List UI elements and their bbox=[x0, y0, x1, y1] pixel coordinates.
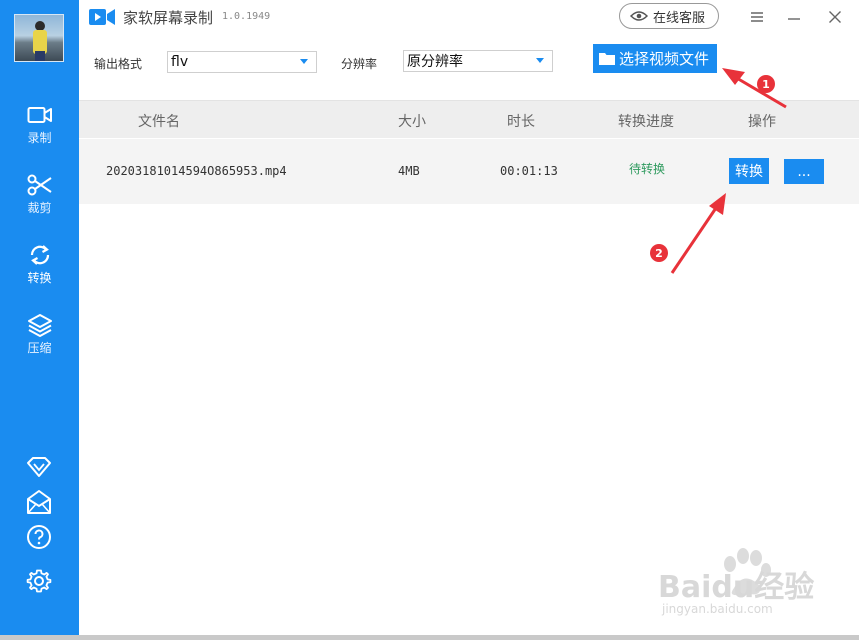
app-title: 家软屏幕录制 bbox=[123, 9, 214, 27]
file-size: 4MB bbox=[398, 164, 420, 178]
close-icon[interactable] bbox=[822, 5, 848, 29]
help-icon[interactable] bbox=[24, 522, 54, 552]
app-version: 1.0.1949 bbox=[222, 11, 271, 22]
sidebar-item-label: 压缩 bbox=[27, 341, 52, 355]
chevron-down-icon bbox=[300, 59, 308, 64]
header-actions: 操作 bbox=[748, 114, 776, 130]
sidebar-item-label: 录制 bbox=[27, 131, 52, 145]
mail-icon[interactable] bbox=[24, 487, 54, 517]
convert-button[interactable]: 转换 bbox=[729, 158, 769, 184]
diamond-icon[interactable] bbox=[24, 452, 54, 482]
sidebar-item-crop[interactable]: 裁剪 bbox=[0, 166, 79, 222]
table-header: 文件名 大小 时长 转换进度 操作 bbox=[79, 100, 859, 138]
sidebar-item-convert[interactable]: 转换 bbox=[0, 236, 79, 292]
sidebar-item-compress[interactable]: 压缩 bbox=[0, 306, 79, 362]
online-support-button[interactable]: 在线客服 bbox=[619, 3, 719, 29]
table-row: 20203181014594O865953.mp4 4MB 00:01:13 待… bbox=[79, 139, 859, 204]
minimize-icon[interactable] bbox=[781, 5, 807, 29]
resolution-select[interactable]: 原分辨率 bbox=[403, 50, 553, 72]
format-select[interactable]: flv bbox=[167, 51, 317, 73]
title-bar: 家软屏幕录制 1.0.1949 在线客服 bbox=[79, 0, 859, 36]
refresh-icon bbox=[26, 242, 54, 268]
choose-video-file-label: 选择视频文件 bbox=[619, 50, 710, 68]
header-filename: 文件名 bbox=[138, 114, 180, 130]
folder-icon bbox=[598, 51, 616, 66]
format-value: flv bbox=[171, 54, 189, 70]
sidebar-item-label: 转换 bbox=[27, 271, 52, 285]
header-duration: 时长 bbox=[507, 114, 535, 130]
choose-video-file-button[interactable]: 选择视频文件 bbox=[593, 44, 717, 73]
watermark-url: jingyan.baidu.com bbox=[662, 602, 773, 616]
annotation-badge-2: 2 bbox=[650, 244, 668, 262]
status-badge: 待转换 bbox=[629, 162, 666, 176]
avatar[interactable] bbox=[14, 14, 64, 62]
resolution-label: 分辨率 bbox=[341, 57, 378, 71]
bottom-edge bbox=[0, 635, 859, 640]
sidebar: 录制 裁剪 转换 压缩 bbox=[0, 0, 79, 640]
sidebar-item-label: 裁剪 bbox=[27, 201, 52, 215]
chevron-down-icon bbox=[536, 58, 544, 63]
app-logo-icon bbox=[89, 8, 115, 26]
eye-icon bbox=[629, 10, 649, 22]
layers-icon bbox=[26, 312, 54, 338]
format-label: 输出格式 bbox=[94, 57, 143, 71]
convert-label: 转换 bbox=[735, 164, 763, 180]
support-label: 在线客服 bbox=[653, 10, 706, 26]
scissors-icon bbox=[26, 172, 54, 198]
annotation-badge-1: 1 bbox=[757, 75, 775, 93]
watermark-brand: Baidu经验 bbox=[658, 570, 815, 605]
header-progress: 转换进度 bbox=[618, 114, 674, 130]
app-window: 录制 裁剪 转换 压缩 家软屏幕录制 1.0.1949 在线客服 输出格式 fl… bbox=[0, 0, 859, 640]
menu-icon[interactable] bbox=[744, 5, 770, 29]
header-size: 大小 bbox=[398, 114, 426, 130]
watermark: Baidu经验 jingyan.baidu.com bbox=[658, 548, 848, 628]
gear-icon[interactable] bbox=[24, 566, 54, 596]
sidebar-item-record[interactable]: 录制 bbox=[0, 96, 79, 152]
more-button[interactable]: ... bbox=[784, 159, 824, 184]
file-duration: 00:01:13 bbox=[500, 164, 558, 178]
more-label: ... bbox=[797, 163, 811, 180]
file-name: 20203181014594O865953.mp4 bbox=[106, 164, 287, 178]
annotation-arrows bbox=[670, 68, 787, 274]
resolution-value: 原分辨率 bbox=[407, 54, 463, 70]
video-camera-icon bbox=[26, 102, 54, 128]
